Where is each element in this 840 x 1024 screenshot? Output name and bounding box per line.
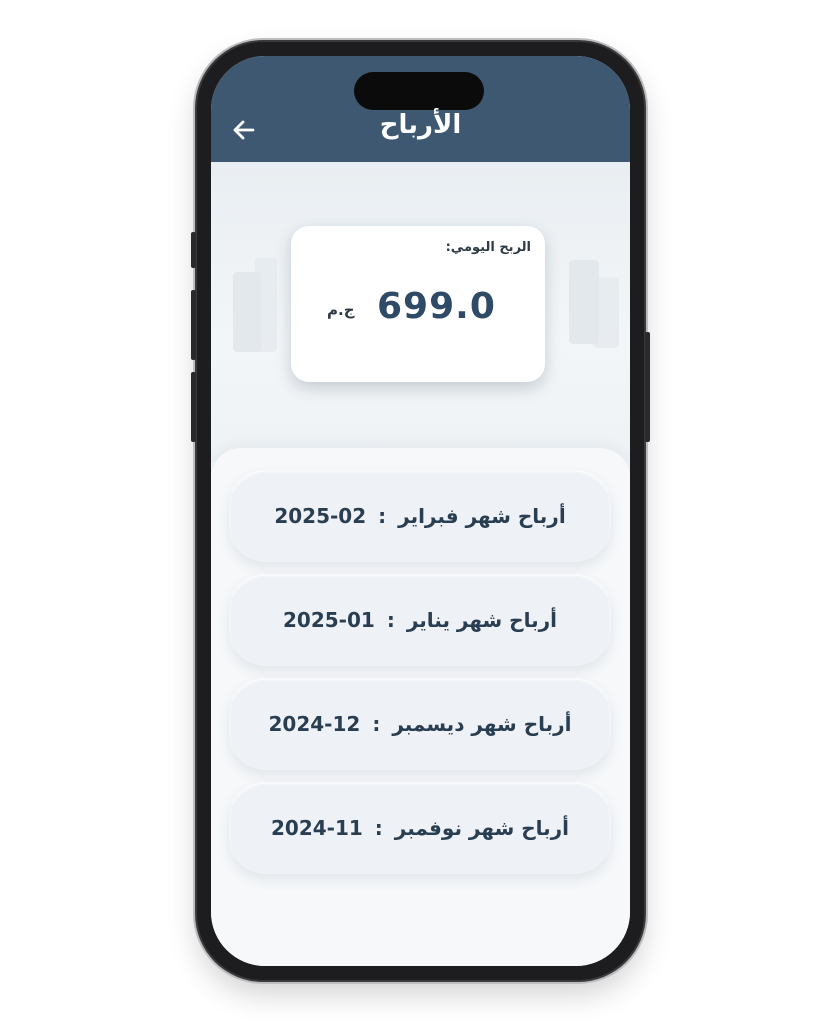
month-item-feb-2025[interactable]: أرباح شهر فبراير : 2025-02 xyxy=(229,470,611,562)
phone-frame: الأرباح الربح اليومي: 699.0 ج.م أرباح شه… xyxy=(191,42,650,980)
daily-profit-label: الربح اليومي: xyxy=(445,240,531,255)
month-item-label: أرباح شهر نوفمبر xyxy=(394,816,569,840)
volume-up-button xyxy=(191,290,196,360)
app-screen: الأرباح الربح اليومي: 699.0 ج.م أرباح شه… xyxy=(211,56,630,966)
volume-down-button xyxy=(191,372,196,442)
month-item-separator: : xyxy=(378,504,387,528)
month-item-separator: : xyxy=(386,608,395,632)
month-item-label: أرباح شهر ديسمبر xyxy=(392,712,572,736)
month-item-date: 2024-12 xyxy=(268,712,361,736)
daily-profit-amount: 699.0 xyxy=(377,286,496,327)
month-item-nov-2024[interactable]: أرباح شهر نوفمبر : 2024-11 xyxy=(229,782,611,874)
dynamic-island xyxy=(354,72,484,110)
decor-lantern-left-2 xyxy=(255,258,277,352)
mute-switch xyxy=(191,232,196,268)
app-header: الأرباح xyxy=(211,56,630,162)
month-item-label: أرباح شهر يناير xyxy=(406,608,557,632)
month-item-date: 2025-01 xyxy=(283,608,375,632)
month-item-label: أرباح شهر فبراير xyxy=(398,504,566,528)
month-item-separator: : xyxy=(372,712,381,736)
power-button xyxy=(645,332,650,442)
monthly-profits-list: أرباح شهر فبراير : 2025-02 أرباح شهر ينا… xyxy=(211,448,630,966)
month-item-date: 2025-02 xyxy=(274,504,367,528)
month-item-jan-2025[interactable]: أرباح شهر يناير : 2025-01 xyxy=(229,574,611,666)
month-item-dec-2024[interactable]: أرباح شهر ديسمبر : 2024-12 xyxy=(229,678,611,770)
month-item-date: 2024-11 xyxy=(271,816,363,840)
decor-lantern-right-2 xyxy=(593,278,619,348)
page-title: الأرباح xyxy=(379,110,462,140)
month-item-separator: : xyxy=(374,816,383,840)
currency-label: ج.م xyxy=(327,301,355,319)
daily-profit-card: الربح اليومي: 699.0 ج.م xyxy=(291,226,545,382)
